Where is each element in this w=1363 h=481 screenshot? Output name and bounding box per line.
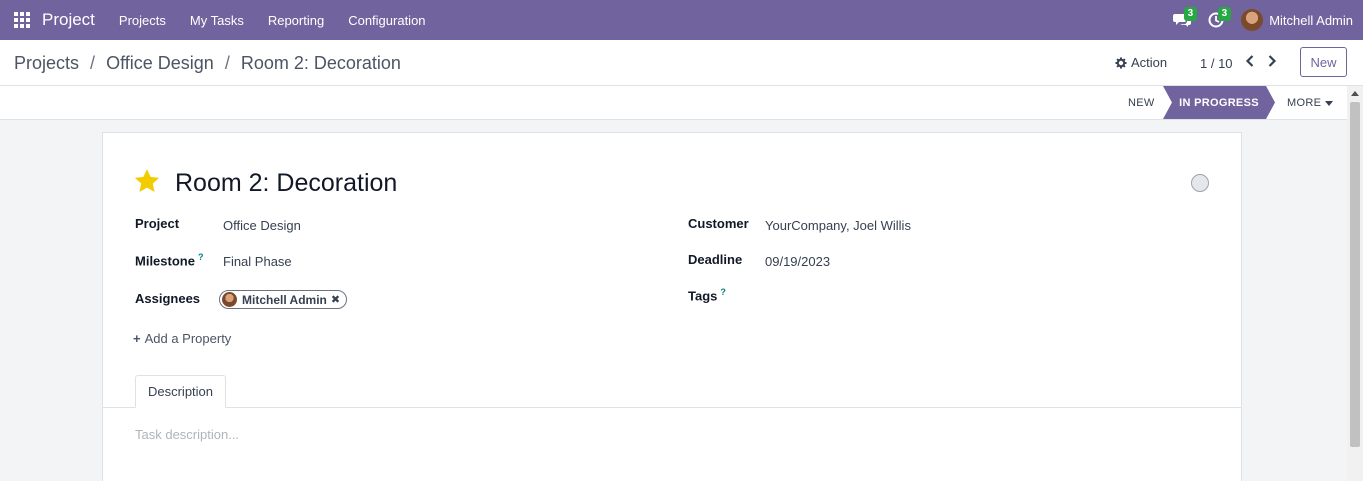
project-label: Project: [135, 216, 180, 231]
notebook-tabs: Description: [103, 375, 1241, 408]
priority-star-icon[interactable]: [133, 168, 161, 194]
chevron-right-icon[interactable]: [1266, 54, 1278, 68]
stage-in-progress[interactable]: IN PROGRESS: [1163, 86, 1275, 119]
milestone-field[interactable]: Final Phase: [223, 254, 292, 269]
stage-in-progress-label: IN PROGRESS: [1179, 96, 1259, 109]
milestone-help-icon[interactable]: ?: [198, 252, 204, 262]
stage-new[interactable]: NEW: [1128, 97, 1155, 109]
add-property-label: Add a Property: [144, 331, 232, 346]
assignee-avatar: [222, 292, 237, 307]
kanban-state-circle-icon[interactable]: [1191, 174, 1209, 192]
assignee-tag[interactable]: Mitchell Admin ✖: [219, 290, 348, 309]
deadline-field[interactable]: 09/19/2023: [765, 254, 830, 269]
breadcrumb-current-record: Room 2: Decoration: [240, 53, 401, 73]
tags-label-text: Tags: [688, 288, 718, 304]
assignees-label: Assignees: [135, 291, 201, 306]
breadcrumb-separator: /: [224, 53, 230, 73]
stage-more-label: MORE: [1287, 97, 1322, 109]
breadcrumb-projects[interactable]: Projects: [14, 53, 79, 73]
main-navbar: Project Projects My Tasks Reporting Conf…: [0, 0, 1363, 40]
action-label: Action: [1131, 55, 1168, 70]
app-brand[interactable]: Project: [42, 10, 95, 30]
customer-label: Customer: [688, 216, 749, 231]
apps-grid-icon[interactable]: [14, 12, 30, 28]
tags-label: Tags?: [688, 287, 726, 303]
tab-description[interactable]: Description: [135, 375, 226, 408]
scroll-thumb[interactable]: [1350, 102, 1360, 447]
gear-icon: [1115, 57, 1127, 68]
milestone-label-text: Milestone: [135, 253, 195, 269]
caret-down-icon: [1325, 100, 1334, 106]
status-bar: NEW IN PROGRESS MORE: [0, 86, 1347, 120]
task-title[interactable]: Room 2: Decoration: [175, 169, 397, 198]
stage-more-dropdown[interactable]: MORE: [1287, 97, 1334, 109]
plus-icon: +: [133, 331, 141, 346]
chevron-left-icon[interactable]: [1244, 54, 1256, 68]
control-panel: Projects / Office Design / Room 2: Decor…: [0, 40, 1363, 86]
breadcrumb-office-design[interactable]: Office Design: [106, 53, 214, 73]
messages-count-badge: 3: [1183, 7, 1198, 21]
user-menu[interactable]: Mitchell Admin: [1241, 9, 1353, 31]
new-record-button[interactable]: New: [1300, 47, 1347, 77]
description-editor[interactable]: Task description...: [135, 427, 239, 442]
form-sheet: Room 2: Decoration Project Office Design…: [102, 132, 1242, 481]
activities-button[interactable]: 3: [1199, 0, 1233, 40]
breadcrumb: Projects / Office Design / Room 2: Decor…: [14, 53, 401, 74]
add-property-button[interactable]: + Add a Property: [133, 331, 231, 346]
action-menu-button[interactable]: Action: [1115, 55, 1167, 70]
user-name: Mitchell Admin: [1269, 12, 1353, 28]
vertical-scrollbar[interactable]: [1347, 86, 1363, 481]
messages-button[interactable]: 3: [1165, 0, 1199, 40]
pager-value[interactable]: 1 / 10: [1200, 56, 1233, 71]
menu-configuration[interactable]: Configuration: [348, 13, 425, 28]
menu-reporting[interactable]: Reporting: [268, 13, 324, 28]
milestone-label: Milestone?: [135, 252, 203, 268]
remove-tag-icon[interactable]: ✖: [331, 293, 340, 306]
user-avatar: [1241, 9, 1264, 31]
customer-field[interactable]: YourCompany, Joel Willis: [765, 218, 911, 233]
assignee-name: Mitchell Admin: [242, 292, 327, 307]
activities-count-badge: 3: [1217, 7, 1232, 21]
deadline-label: Deadline: [688, 252, 743, 267]
menu-my-tasks[interactable]: My Tasks: [190, 13, 244, 28]
tags-help-icon[interactable]: ?: [720, 287, 726, 297]
scroll-up-arrow-icon[interactable]: [1351, 91, 1359, 96]
breadcrumb-separator: /: [90, 53, 96, 73]
menu-projects[interactable]: Projects: [119, 13, 166, 28]
project-field[interactable]: Office Design: [223, 218, 301, 233]
